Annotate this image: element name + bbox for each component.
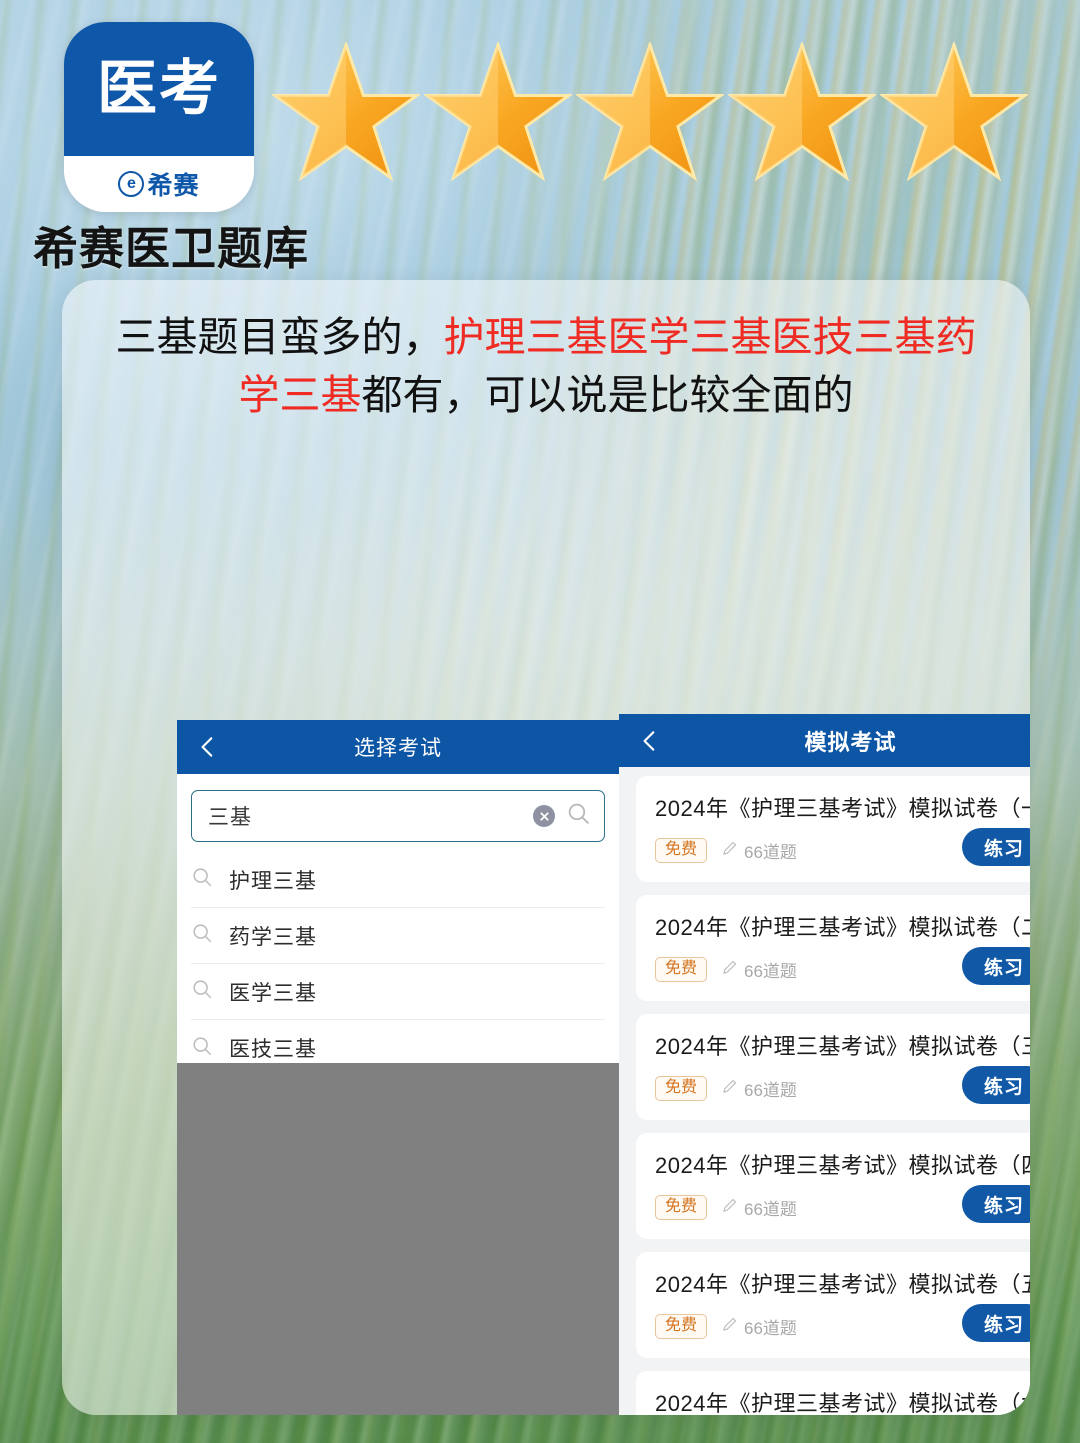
list-item[interactable]: 2024年《护理三基考试》模拟试卷（五） 免费 66道题 练习 <box>636 1252 1030 1358</box>
exam-paper-list[interactable]: 2024年《护理三基考试》模拟试卷（一） 免费 66道题 练习 2024年《护理… <box>619 767 1030 1415</box>
list-item[interactable]: 护理三基 <box>191 852 605 908</box>
list-item[interactable]: 2024年《护理三基考试》模拟试卷（一） 免费 66道题 练习 <box>636 776 1030 882</box>
star-icon <box>728 42 876 182</box>
search-icon <box>191 1035 213 1062</box>
pencil-icon <box>721 1078 738 1100</box>
pencil-icon <box>721 840 738 862</box>
question-count: 66道题 <box>721 1076 797 1101</box>
list-item[interactable]: 2024年《护理三基考试》模拟试卷（三） 免费 66道题 练习 <box>636 1014 1030 1120</box>
question-count: 66道题 <box>721 957 797 982</box>
app-logo-secondary-text: 希赛 <box>147 172 200 200</box>
practice-button[interactable]: 练习 <box>962 1304 1030 1342</box>
app-logo-primary-text: 医考 <box>97 55 221 122</box>
question-count-label: 66道题 <box>744 843 797 862</box>
app-logo-bottom: e 希赛 <box>64 156 254 212</box>
search-area: 三基 <box>177 774 619 852</box>
practice-button[interactable]: 练习 <box>962 1066 1030 1104</box>
status-badge: 免费 <box>655 957 708 982</box>
right-navbar: 模拟考试 <box>619 714 1030 767</box>
headline-part1: 三基题目蛮多的， <box>115 314 444 360</box>
list-item[interactable]: 2024年《护理三基考试》模拟试卷（六） 免费 66道题 练习 <box>636 1371 1030 1415</box>
poster-canvas: 医考 e 希赛 希赛医卫题库 三基题目蛮多的，护理三基医学三基医技三基药学三基都… <box>0 0 1080 1443</box>
list-item-label: 医学三基 <box>229 981 317 1005</box>
question-count-label: 66道题 <box>744 1081 797 1100</box>
app-logo-top: 医考 <box>64 22 254 156</box>
list-item[interactable]: 2024年《护理三基考试》模拟试卷（四） 免费 66道题 练习 <box>636 1133 1030 1239</box>
question-count: 66道题 <box>721 1195 797 1220</box>
pencil-icon <box>721 1316 738 1338</box>
practice-button[interactable]: 练习 <box>962 1185 1030 1223</box>
app-logo: 医考 e 希赛 <box>64 22 254 212</box>
pencil-icon <box>721 959 738 981</box>
page-title: 希赛医卫题库 <box>33 223 310 274</box>
left-nav-title: 选择考试 <box>354 737 442 760</box>
question-count: 66道题 <box>721 1314 797 1339</box>
search-icon <box>191 978 213 1005</box>
question-count-label: 66道题 <box>744 1200 797 1219</box>
list-item[interactable]: 2024年《护理三基考试》模拟试卷（二） 免费 66道题 练习 <box>636 895 1030 1001</box>
question-count-label: 66道题 <box>744 962 797 981</box>
exam-title: 2024年《护理三基考试》模拟试卷（六） <box>655 1391 1030 1415</box>
question-count-label: 66道题 <box>744 1319 797 1338</box>
status-badge: 免费 <box>655 838 708 863</box>
search-input-icons <box>533 801 591 831</box>
star-icon <box>880 42 1028 182</box>
screenshot-select-exam: 选择考试 三基 护理三基 药学三基 医学三基 医技三基 <box>177 720 619 1415</box>
exam-title: 2024年《护理三基考试》模拟试卷（二） <box>655 915 1030 940</box>
list-item[interactable]: 药学三基 <box>191 908 605 964</box>
pencil-icon <box>721 1197 738 1219</box>
content-card: 三基题目蛮多的，护理三基医学三基医技三基药学三基都有，可以说是比较全面的 选择考… <box>62 280 1030 1415</box>
exam-title: 2024年《护理三基考试》模拟试卷（五） <box>655 1272 1030 1297</box>
star-icon <box>576 42 724 182</box>
right-nav-title: 模拟考试 <box>804 729 897 755</box>
exam-title: 2024年《护理三基考试》模拟试卷（四） <box>655 1153 1030 1178</box>
rating-stars <box>272 42 1028 182</box>
search-input-value: 三基 <box>208 806 252 829</box>
search-suggestions: 护理三基 药学三基 医学三基 医技三基 <box>177 852 619 1076</box>
star-icon <box>272 42 420 182</box>
xisai-e-icon: e <box>118 171 145 197</box>
status-badge: 免费 <box>655 1314 708 1339</box>
exam-title: 2024年《护理三基考试》模拟试卷（一） <box>655 796 1030 821</box>
headline-part2: 都有，可以说是比较全面的 <box>361 372 854 419</box>
star-icon <box>424 42 572 182</box>
practice-button[interactable]: 练习 <box>962 828 1030 866</box>
list-item[interactable]: 医学三基 <box>191 964 605 1020</box>
close-circle-icon[interactable] <box>533 805 555 827</box>
chevron-left-icon[interactable] <box>637 728 663 754</box>
status-badge: 免费 <box>655 1195 708 1220</box>
list-item-label: 护理三基 <box>229 869 317 893</box>
screenshot-mock-exam: 模拟考试 2024年《护理三基考试》模拟试卷（一） 免费 66道题 练习 202… <box>619 714 1030 1415</box>
dimmed-overlay: 进入学习 <box>177 1063 619 1415</box>
exam-title: 2024年《护理三基考试》模拟试卷（三） <box>655 1034 1030 1059</box>
status-badge: 免费 <box>655 1076 708 1101</box>
search-input[interactable]: 三基 <box>191 790 605 842</box>
list-item-label: 药学三基 <box>229 925 317 949</box>
search-icon <box>191 866 213 893</box>
list-item-label: 医技三基 <box>229 1038 317 1061</box>
left-navbar: 选择考试 <box>177 720 619 774</box>
headline: 三基题目蛮多的，护理三基医学三基医技三基药学三基都有，可以说是比较全面的 <box>108 308 984 424</box>
chevron-left-icon[interactable] <box>195 734 221 760</box>
search-icon <box>191 922 213 949</box>
search-icon[interactable] <box>566 801 591 831</box>
practice-button[interactable]: 练习 <box>962 947 1030 985</box>
question-count: 66道题 <box>721 838 797 863</box>
